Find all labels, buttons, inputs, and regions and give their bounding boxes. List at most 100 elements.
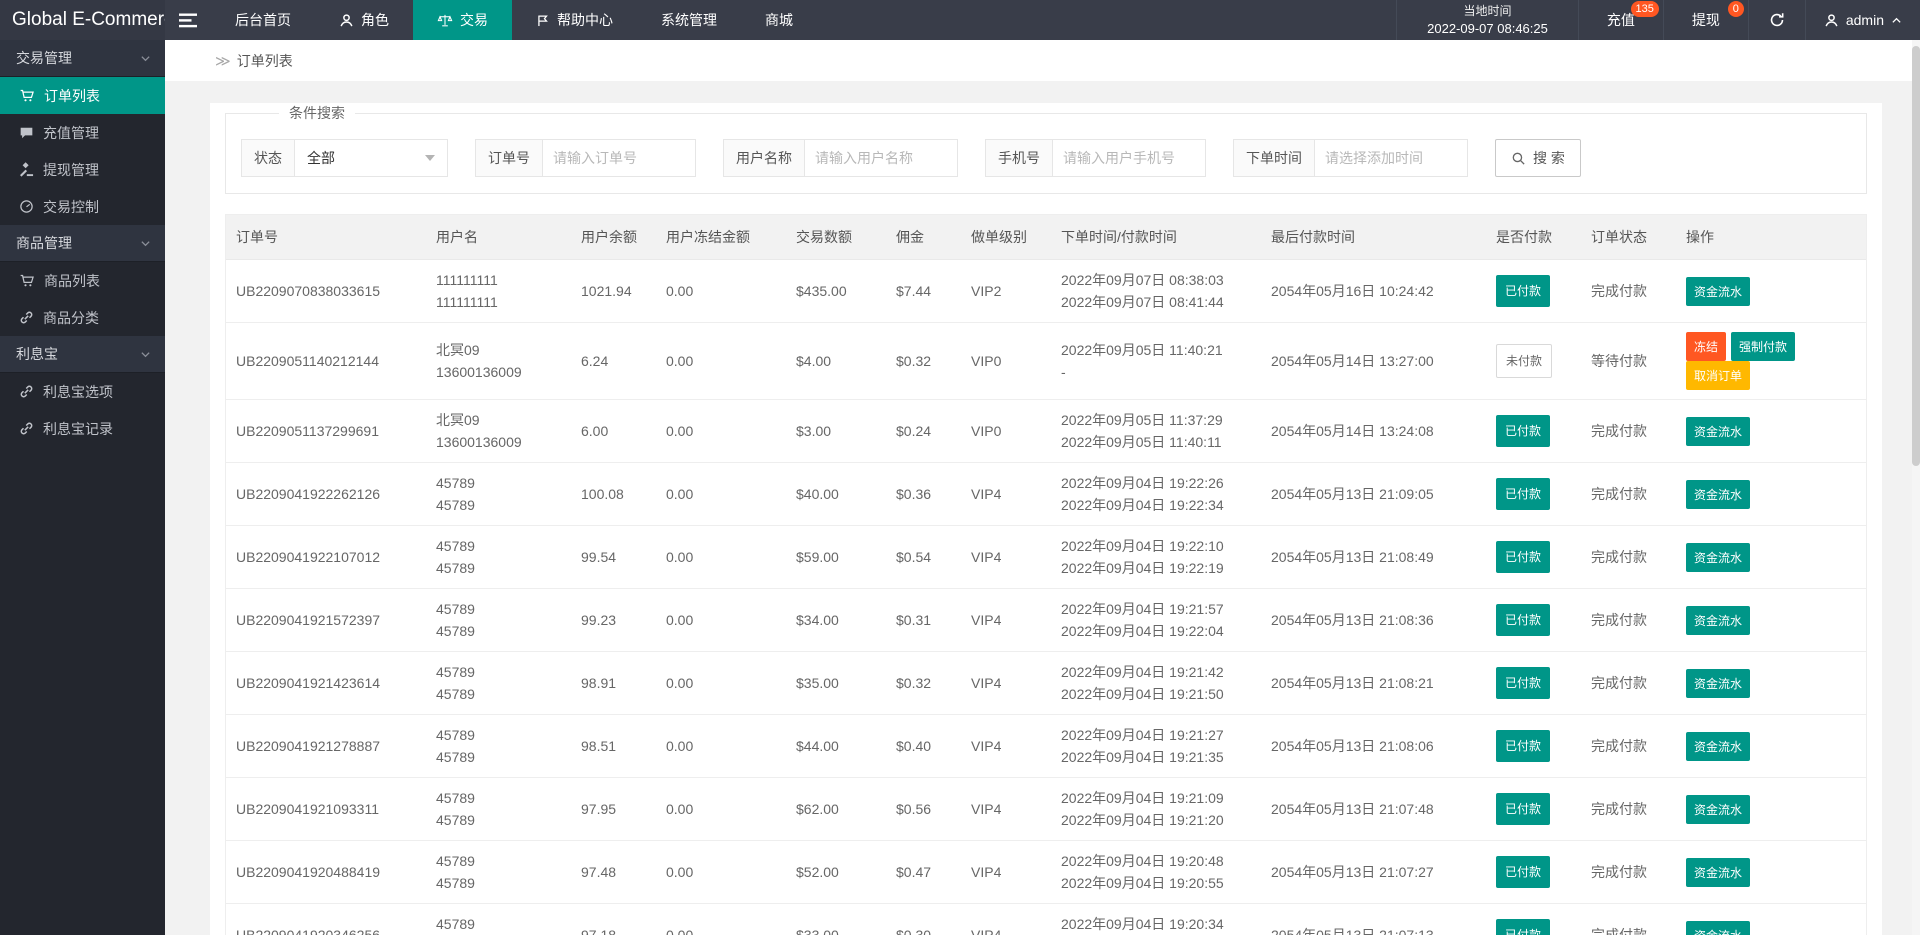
order-pay-time-cell: 2022年09月04日 19:21:57 2022年09月04日 19:22:04 bbox=[1051, 588, 1261, 652]
action-button-冻结[interactable]: 冻结 bbox=[1686, 332, 1727, 361]
user-menu[interactable]: admin bbox=[1804, 0, 1920, 40]
action-button-资金流水[interactable]: 资金流水 bbox=[1686, 920, 1751, 935]
top-menu-item-系统管理[interactable]: 系统管理 bbox=[637, 0, 741, 40]
column-header-佣金: 佣金 bbox=[886, 215, 961, 260]
sidebar-toggle-button[interactable] bbox=[165, 0, 211, 40]
user-cell: 45789 45789 bbox=[426, 651, 571, 715]
order-time-input[interactable] bbox=[1315, 140, 1467, 176]
sidebar-item-订单列表[interactable]: 订单列表 bbox=[0, 77, 165, 114]
sidebar-item-充值管理[interactable]: 充值管理 bbox=[0, 114, 165, 151]
user-phone-line: 45789 bbox=[436, 812, 475, 828]
actions-cell: 资金流水 bbox=[1676, 651, 1866, 715]
order-time-group: 下单时间 bbox=[1233, 139, 1468, 177]
commission-cell: $0.54 bbox=[886, 525, 961, 589]
paid-cell: 已付款 bbox=[1486, 525, 1581, 589]
action-button-资金流水[interactable]: 资金流水 bbox=[1686, 542, 1751, 572]
order-no-cell: UB2209041920346256 bbox=[226, 903, 426, 935]
commission-cell: $0.30 bbox=[886, 903, 961, 935]
navbar-right: 当地时间 2022-09-07 08:46:25 充值 135 提现 0 adm… bbox=[1396, 0, 1920, 40]
top-menu-item-交易[interactable]: 交易 bbox=[413, 0, 512, 40]
last-pay-time-cell: 2054年05月13日 21:07:13 bbox=[1261, 903, 1486, 935]
order-pay-time-cell: 2022年09月05日 11:37:29 2022年09月05日 11:40:11 bbox=[1051, 399, 1261, 463]
sidebar-item-提现管理[interactable]: 提现管理 bbox=[0, 151, 165, 188]
level-cell: VIP0 bbox=[961, 399, 1051, 463]
user-name-line: 45789 bbox=[436, 727, 475, 743]
action-button-资金流水[interactable]: 资金流水 bbox=[1686, 794, 1751, 824]
status-filter-label: 状态 bbox=[242, 140, 295, 176]
sidebar-item-利息宝选项[interactable]: 利息宝选项 bbox=[0, 373, 165, 410]
cart-icon bbox=[19, 88, 35, 103]
action-button-资金流水[interactable]: 资金流水 bbox=[1686, 857, 1751, 887]
balance-cell: 6.00 bbox=[571, 399, 656, 463]
chevron-down-icon bbox=[425, 155, 435, 161]
sidebar-item-交易控制[interactable]: 交易控制 bbox=[0, 188, 165, 225]
sidebar-item-商品分类[interactable]: 商品分类 bbox=[0, 299, 165, 336]
level-cell: VIP2 bbox=[961, 259, 1051, 323]
hamburger-icon bbox=[179, 13, 197, 28]
action-button-取消订单[interactable]: 取消订单 bbox=[1686, 361, 1751, 390]
sidebar-item-商品列表[interactable]: 商品列表 bbox=[0, 262, 165, 299]
orders-table: 订单号 用户名 用户余额 用户冻结金额 交易数额 佣金 做单级别 下单时间/付款时间 最后付款时… bbox=[226, 215, 1866, 935]
user-name-line: 45789 bbox=[436, 853, 475, 869]
orders-table-body: UB2209070838033615 111111111 111111111 1021… bbox=[226, 259, 1866, 935]
amount-cell: $4.00 bbox=[786, 322, 886, 400]
balance-cell: 6.24 bbox=[571, 322, 656, 400]
sidebar-item-label: 商品列表 bbox=[44, 272, 100, 289]
action-button-资金流水[interactable]: 资金流水 bbox=[1686, 479, 1751, 509]
order-status-cell: 完成付款 bbox=[1581, 903, 1676, 935]
search-button[interactable]: 搜 索 bbox=[1495, 139, 1581, 177]
scrollbar-thumb[interactable] bbox=[1912, 46, 1920, 466]
status-select[interactable]: 全部 bbox=[295, 140, 447, 176]
order-pay-time-cell: 2022年09月04日 19:21:27 2022年09月04日 19:21:35 bbox=[1051, 714, 1261, 778]
top-menu-item-label: 角色 bbox=[361, 12, 389, 28]
withdraw-link[interactable]: 提现 0 bbox=[1662, 0, 1748, 40]
order-pay-time-cell: 2022年09月04日 19:20:342022年09月04日 19:20:41 bbox=[1051, 903, 1261, 935]
action-button-强制付款[interactable]: 强制付款 bbox=[1731, 332, 1796, 361]
breadcrumb: ≫ 订单列表 bbox=[165, 40, 1920, 81]
recharge-label: 充值 bbox=[1606, 12, 1635, 28]
local-time-value: 2022-09-07 08:46:25 bbox=[1427, 21, 1548, 36]
user-name-line: 45789 bbox=[436, 916, 475, 932]
actions-cell: 资金流水 bbox=[1676, 525, 1866, 589]
order-time-line: 2022年09月04日 19:22:10 bbox=[1061, 538, 1224, 554]
level-cell: VIP4 bbox=[961, 777, 1051, 841]
order-no-input[interactable] bbox=[543, 140, 695, 176]
username-input[interactable] bbox=[805, 140, 957, 176]
top-menu-item-商城[interactable]: 商城 bbox=[741, 0, 817, 40]
action-button-资金流水[interactable]: 资金流水 bbox=[1686, 605, 1751, 635]
sidebar-group-商品管理[interactable]: 商品管理 bbox=[0, 225, 165, 262]
sidebar-item-利息宝记录[interactable]: 利息宝记录 bbox=[0, 410, 165, 447]
top-menu-item-后台首页[interactable]: 后台首页 bbox=[211, 0, 315, 40]
action-button-资金流水[interactable]: 资金流水 bbox=[1686, 731, 1751, 761]
top-menu-item-帮助中心[interactable]: 帮助中心 bbox=[512, 0, 637, 40]
action-button-资金流水[interactable]: 资金流水 bbox=[1686, 276, 1751, 306]
balance-cell: 97.48 bbox=[571, 840, 656, 904]
table-row: UB2209041921278887 45789 45789 98.51 0.00 $44… bbox=[226, 714, 1866, 778]
phone-input[interactable] bbox=[1053, 140, 1205, 176]
user-name-line: 45789 bbox=[436, 601, 475, 617]
frozen-cell: 0.00 bbox=[656, 259, 786, 323]
pay-time-line: 2022年09月05日 11:40:11 bbox=[1061, 434, 1222, 450]
recharge-link[interactable]: 充值 135 bbox=[1577, 0, 1663, 40]
orders-card: 条件搜索 状态 全部 订单号 用户名称 bbox=[210, 103, 1882, 935]
action-button-资金流水[interactable]: 资金流水 bbox=[1686, 416, 1751, 446]
user-cell: 45789 45789 bbox=[426, 588, 571, 652]
actions-cell: 资金流水 bbox=[1676, 840, 1866, 904]
action-button-资金流水[interactable]: 资金流水 bbox=[1686, 668, 1751, 698]
paid-status-badge: 已付款 bbox=[1496, 856, 1551, 888]
order-time-line: 2022年09月04日 19:21:09 bbox=[1061, 790, 1224, 806]
vertical-scrollbar[interactable] bbox=[1912, 40, 1920, 935]
actions-cell: 资金流水 bbox=[1676, 903, 1866, 935]
sidebar-group-利息宝[interactable]: 利息宝 bbox=[0, 336, 165, 373]
pay-time-line: 2022年09月07日 08:41:44 bbox=[1061, 294, 1224, 310]
table-row: UB2209041922107012 45789 45789 99.54 0.00 $59… bbox=[226, 525, 1866, 589]
top-menu-item-角色[interactable]: 角色 bbox=[315, 0, 413, 40]
sidebar-group-交易管理[interactable]: 交易管理 bbox=[0, 40, 165, 77]
table-row: UB2209041922262126 45789 45789 100.08 0.00 $4… bbox=[226, 462, 1866, 526]
order-no-cell: UB2209041921572397 bbox=[226, 588, 426, 652]
top-menu-item-label: 交易 bbox=[460, 12, 488, 28]
refresh-button[interactable] bbox=[1747, 0, 1805, 40]
frozen-cell: 0.00 bbox=[656, 525, 786, 589]
amount-cell: $35.00 bbox=[786, 651, 886, 715]
scales-icon bbox=[437, 13, 453, 28]
